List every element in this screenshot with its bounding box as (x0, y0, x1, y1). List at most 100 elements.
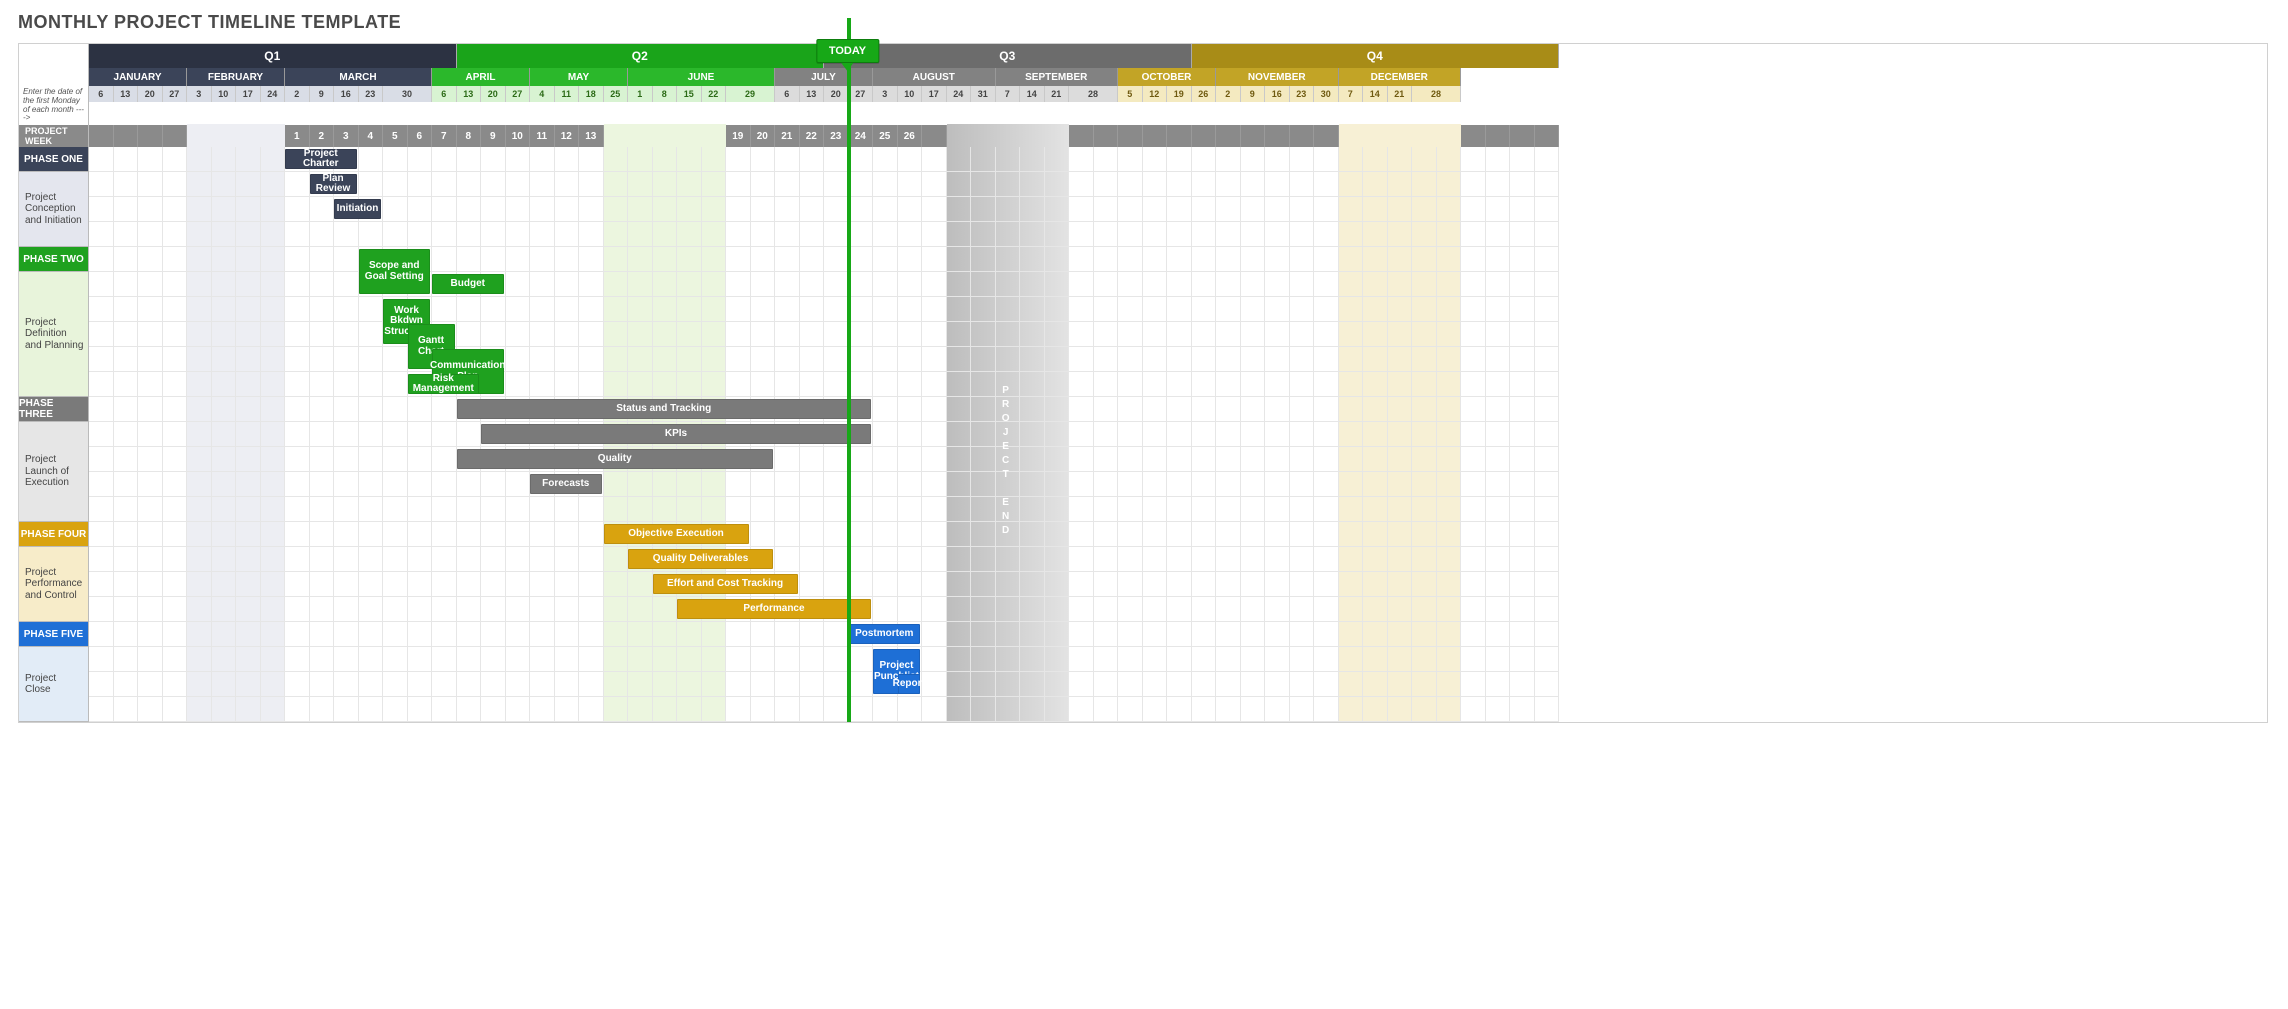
gantt-bar[interactable]: Status and Tracking (457, 399, 872, 419)
week-start-date: 6 (89, 86, 114, 102)
week-start-date: 2 (285, 86, 310, 102)
week-start-date: 12 (1143, 86, 1168, 102)
week-start-date: 6 (432, 86, 457, 102)
header-months: JANUARYFEBRUARYMARCHAPRILMAYJUNEJULYAUGU… (19, 68, 2267, 86)
week-start-date: 16 (334, 86, 359, 102)
phase-group-label: ProjectClose (19, 647, 89, 722)
project-week-number: 2 (310, 125, 335, 147)
gantt-bar[interactable]: Budget (432, 274, 504, 294)
project-week-number: 15 (628, 125, 653, 147)
week-start-date: 23 (1290, 86, 1315, 102)
month-header: OCTOBER (1118, 68, 1216, 86)
week-start-date: 24 (947, 86, 972, 102)
project-week-number: 1 (285, 125, 310, 147)
project-week-number (114, 125, 139, 147)
week-start-date: 18 (579, 86, 604, 102)
week-start-date: 27 (849, 86, 874, 102)
phase-group-label: ProjectLaunch of Execution (19, 422, 89, 522)
phase-header: PHASE FOUR (19, 522, 89, 547)
week-start-date: 4 (530, 86, 555, 102)
project-week-number (971, 125, 996, 147)
week-start-date: 27 (506, 86, 531, 102)
project-week-number (947, 125, 972, 147)
project-week-number: 22 (800, 125, 825, 147)
week-start-date: 13 (457, 86, 482, 102)
project-week-number (1412, 125, 1437, 147)
gantt-bar[interactable]: Postmortem (849, 624, 921, 644)
side-note: Enter the date of the first Monday of ea… (19, 86, 89, 125)
project-week-number (1216, 125, 1241, 147)
project-week-number (1461, 125, 1486, 147)
month-header: MAY (530, 68, 628, 86)
week-start-date: 30 (1314, 86, 1339, 102)
gantt-container: P R O J E C T E N D Q1Q2Q3Q4 JANUARYFEBR… (18, 43, 2268, 723)
week-start-date: 2 (1216, 86, 1241, 102)
gantt-bar[interactable]: Effort and Cost Tracking (653, 574, 798, 594)
project-week-number: 20 (751, 125, 776, 147)
week-start-date: 6 (775, 86, 800, 102)
project-week-number: 16 (653, 125, 678, 147)
week-start-date: 11 (555, 86, 580, 102)
project-week-number: 8 (457, 125, 482, 147)
project-week-number (1265, 125, 1290, 147)
quarter-header: Q1 (89, 44, 457, 68)
week-start-date: 13 (114, 86, 139, 102)
project-week-number: 9 (481, 125, 506, 147)
month-header: DECEMBER (1339, 68, 1462, 86)
project-week-number: 21 (775, 125, 800, 147)
week-start-date: 21 (1045, 86, 1070, 102)
gantt-bar[interactable]: Scope and Goal Setting (359, 249, 431, 294)
project-week-number: 18 (702, 125, 727, 147)
gantt-bar[interactable]: Project Charter (285, 149, 357, 169)
week-start-date: 9 (1241, 86, 1266, 102)
month-header: SEPTEMBER (996, 68, 1119, 86)
project-week-number: 26 (898, 125, 923, 147)
month-header: MARCH (285, 68, 432, 86)
header-quarters: Q1Q2Q3Q4 (19, 44, 2267, 68)
gantt-bar[interactable]: Plan Review (310, 174, 357, 194)
project-week-number (1167, 125, 1192, 147)
week-start-date: 28 (1069, 86, 1118, 102)
project-week-number (1314, 125, 1339, 147)
week-start-date: 29 (726, 86, 775, 102)
gantt-bar[interactable]: Objective Execution (604, 524, 749, 544)
gantt-bar[interactable]: Performance (677, 599, 871, 619)
gantt-bar[interactable]: Quality Deliverables (628, 549, 773, 569)
project-week-number: 6 (408, 125, 433, 147)
project-week-number: 3 (334, 125, 359, 147)
week-start-date: 7 (1339, 86, 1364, 102)
week-start-date: 14 (1363, 86, 1388, 102)
gantt-bar[interactable]: KPIs (481, 424, 871, 444)
project-week-number (1535, 125, 1560, 147)
phase-group-label: ProjectConceptionand Initiation (19, 172, 89, 247)
phase-header: PHASE TWO (19, 247, 89, 272)
gantt-bar[interactable]: Initiation (334, 199, 381, 219)
week-start-date: 26 (1192, 86, 1217, 102)
project-week-number (922, 125, 947, 147)
phase-group-label: ProjectDefinitionand Planning (19, 272, 89, 397)
phase-header: PHASE THREE (19, 397, 89, 422)
phase-header: PHASE ONE (19, 147, 89, 172)
gantt-bar[interactable]: Quality (457, 449, 774, 469)
project-week-number (89, 125, 114, 147)
week-start-date: 1 (628, 86, 653, 102)
project-week-number: 13 (579, 125, 604, 147)
week-start-date: 19 (1167, 86, 1192, 102)
project-week-label: PROJECT WEEK (19, 125, 89, 147)
gantt-bar[interactable]: Risk Management (408, 374, 480, 394)
week-start-date: 9 (310, 86, 335, 102)
gantt-bar[interactable]: Forecasts (530, 474, 602, 494)
week-start-date: 20 (481, 86, 506, 102)
month-header: JANUARY (89, 68, 187, 86)
project-week-number (1069, 125, 1094, 147)
week-start-date: 22 (702, 86, 727, 102)
gantt-bar[interactable]: Report (898, 674, 921, 694)
project-week-number (1020, 125, 1045, 147)
project-week-number (1045, 125, 1070, 147)
week-start-date: 8 (653, 86, 678, 102)
phase-header: PHASE FIVE (19, 622, 89, 647)
week-start-date: 15 (677, 86, 702, 102)
project-week-number: 11 (530, 125, 555, 147)
phase-group-label: ProjectPerformanceand Control (19, 547, 89, 622)
project-week-number (1363, 125, 1388, 147)
